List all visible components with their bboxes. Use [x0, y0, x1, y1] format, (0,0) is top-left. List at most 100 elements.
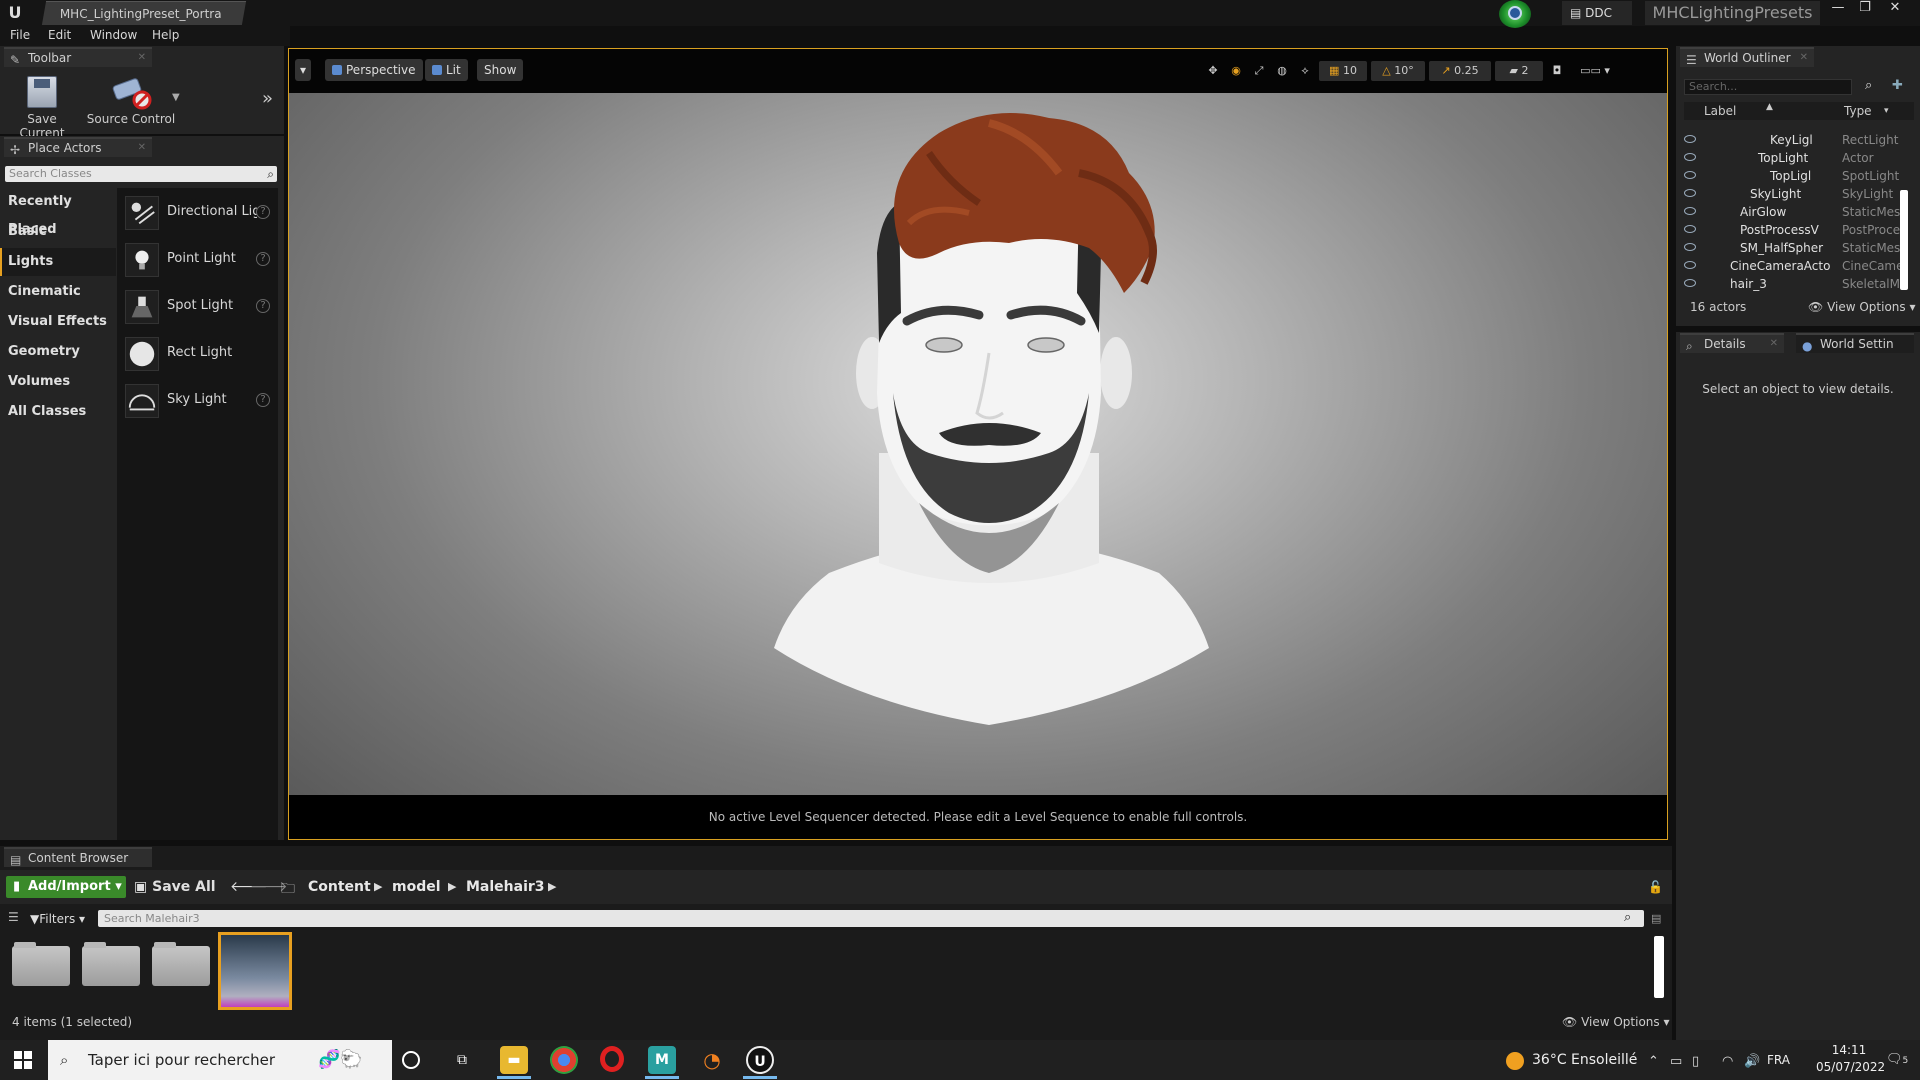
translate-icon[interactable]: ✥	[1204, 61, 1222, 81]
list-item[interactable]: Sky Light ?	[117, 380, 278, 420]
add-import-button[interactable]: ▮ Add/Import ▾	[6, 876, 126, 898]
list-item[interactable]: Spot Light ?	[117, 286, 278, 326]
save-search-icon[interactable]: ▤	[1651, 912, 1661, 925]
breadcrumb-malehair3[interactable]: Malehair3	[466, 876, 545, 898]
close-tab-icon[interactable]: ✕	[1800, 49, 1808, 67]
viewport-options-dropdown[interactable]: ▾	[295, 59, 312, 81]
visibility-eye-icon[interactable]	[1684, 135, 1696, 143]
visibility-eye-icon[interactable]	[1684, 225, 1696, 233]
outliner-view-options-button[interactable]: 👁 View Options ▾	[1808, 300, 1916, 314]
filters-button[interactable]: ▼Filters ▾	[30, 910, 85, 928]
content-search-input[interactable]: Search Malehair3	[98, 910, 1644, 927]
camera-speed-button[interactable]: ▰ 2	[1495, 61, 1543, 81]
grid-snap-toggle[interactable]: ▦ 10	[1319, 61, 1367, 81]
table-row[interactable]: TopLight Actor	[1684, 149, 1904, 167]
table-row[interactable]: SM_HalfSpher StaticMesh	[1684, 239, 1908, 257]
tab-toolbar[interactable]: ✎ Toolbar ✕	[4, 47, 152, 67]
file-explorer-icon[interactable]: ▬	[500, 1046, 528, 1074]
type-column-header[interactable]: Type	[1844, 104, 1872, 118]
source-control-icon[interactable]	[112, 74, 152, 110]
selected-asset-thumbnail[interactable]	[218, 932, 292, 1010]
table-row[interactable]: AirGlow StaticMesh	[1684, 203, 1908, 221]
category-visual-effects[interactable]: Visual Effects	[0, 308, 116, 336]
menu-file[interactable]: File	[10, 28, 30, 42]
table-row[interactable]: SkyLight SkyLight	[1684, 185, 1904, 203]
ddc-button[interactable]: ▤ DDC	[1562, 1, 1632, 25]
breadcrumb-content[interactable]: Content	[308, 876, 371, 898]
source-control-dropdown-icon[interactable]: ▼	[172, 92, 180, 103]
visibility-eye-icon[interactable]	[1684, 279, 1696, 287]
add-filter-icon[interactable]: ✚	[1892, 78, 1903, 93]
category-all-classes[interactable]: All Classes	[0, 398, 116, 426]
surface-snap-icon[interactable]: ⟡	[1296, 61, 1314, 81]
visibility-eye-icon[interactable]	[1684, 189, 1696, 197]
expand-toolbar-icon[interactable]: »	[262, 88, 273, 109]
tab-content-browser[interactable]: ▤ Content Browser	[4, 847, 152, 867]
content-view-options-button[interactable]: 👁 View Options ▾	[1562, 1015, 1670, 1029]
sort-ascending-icon[interactable]: ▲	[1766, 102, 1773, 112]
close-tab-icon[interactable]: ✕	[138, 139, 146, 157]
close-tab-icon[interactable]: ✕	[138, 49, 146, 67]
close-tab-icon[interactable]: ✕	[1770, 335, 1778, 353]
scale-icon[interactable]: ⤢	[1250, 61, 1268, 81]
folder-item[interactable]	[82, 942, 140, 986]
breadcrumb-separator-icon[interactable]: ▶	[374, 876, 382, 898]
cortana-icon[interactable]	[402, 1051, 420, 1069]
chrome-icon[interactable]	[550, 1046, 578, 1074]
visibility-eye-icon[interactable]	[1684, 261, 1696, 269]
folder-item[interactable]	[12, 942, 70, 986]
help-icon[interactable]: ?	[256, 252, 270, 266]
blender-icon[interactable]: ◔	[698, 1046, 726, 1074]
help-icon[interactable]: ?	[256, 393, 270, 407]
list-item[interactable]: Point Light ?	[117, 239, 278, 279]
mixer-app-icon[interactable]: M	[648, 1046, 676, 1074]
wifi-icon[interactable]: ◠	[1722, 1054, 1733, 1069]
breadcrumb-separator-icon[interactable]: ▶	[448, 876, 456, 898]
notifications-icon[interactable]: 🗨5	[1886, 1052, 1908, 1067]
menu-window[interactable]: Window	[90, 28, 137, 42]
tab-world-settings[interactable]: ● World Settin	[1796, 333, 1914, 353]
windows-start-icon[interactable]	[14, 1051, 32, 1069]
help-icon[interactable]: ?	[256, 205, 270, 219]
world-local-icon[interactable]: ◍	[1273, 61, 1291, 81]
taskbar-search-input[interactable]: ⌕ Taper ici pour rechercher 🧬🐑	[48, 1040, 392, 1080]
volume-icon[interactable]: 🔊	[1744, 1054, 1760, 1069]
task-view-icon[interactable]: ⧉	[448, 1046, 476, 1074]
close-icon[interactable]: ✕	[1883, 1, 1907, 17]
lock-icon[interactable]: 🔓	[1648, 880, 1663, 894]
category-volumes[interactable]: Volumes	[0, 368, 116, 396]
breadcrumb-separator-icon[interactable]: ▶	[548, 876, 556, 898]
list-item[interactable]: Directional Light ?	[117, 192, 278, 232]
category-basic[interactable]: Basic	[0, 218, 116, 246]
folder-item[interactable]	[152, 942, 210, 986]
save-icon[interactable]	[27, 76, 57, 108]
tab-details[interactable]: ⌕ Details ✕	[1680, 333, 1784, 353]
content-scrollbar[interactable]	[1654, 936, 1664, 998]
help-icon[interactable]: ?	[256, 299, 270, 313]
rotation-snap-toggle[interactable]: △ 10°	[1371, 61, 1425, 81]
opera-icon[interactable]	[600, 1046, 624, 1072]
display-icon[interactable]: ▯	[1692, 1054, 1699, 1069]
perspective-button[interactable]: Perspective	[325, 59, 423, 81]
rotate-icon[interactable]: ◉	[1227, 61, 1245, 81]
viewport-layout-icon[interactable]: ▭▭ ▾	[1571, 61, 1619, 81]
chevron-up-icon[interactable]: ⌃	[1648, 1054, 1659, 1069]
table-row[interactable]: hair_3 SkeletalMe	[1684, 275, 1907, 293]
weather-text[interactable]: 36°C Ensoleillé	[1532, 1049, 1637, 1071]
restore-icon[interactable]: ❐	[1853, 1, 1877, 17]
table-row[interactable]: TopLigl SpotLight	[1684, 167, 1904, 185]
visibility-eye-icon[interactable]	[1684, 207, 1696, 215]
taskbar-clock[interactable]: 14:11 05/07/2022	[1816, 1042, 1885, 1076]
table-row[interactable]: PostProcessV PostProce	[1684, 221, 1904, 239]
show-button[interactable]: Show	[477, 59, 524, 81]
unreal-logo-icon[interactable]: U	[4, 2, 26, 24]
type-dropdown-icon[interactable]: ▾	[1884, 106, 1889, 116]
level-document-tab[interactable]: MHC_LightingPreset_Portra	[41, 1, 247, 25]
menu-edit[interactable]: Edit	[48, 28, 71, 42]
category-recently-placed[interactable]: Recently Placed	[0, 188, 116, 237]
scale-snap-toggle[interactable]: ↗ 0.25	[1429, 61, 1491, 81]
label-column-header[interactable]: Label	[1704, 104, 1736, 118]
menu-help[interactable]: Help	[152, 28, 179, 42]
category-cinematic[interactable]: Cinematic	[0, 278, 116, 306]
outliner-scrollbar[interactable]	[1900, 190, 1908, 290]
